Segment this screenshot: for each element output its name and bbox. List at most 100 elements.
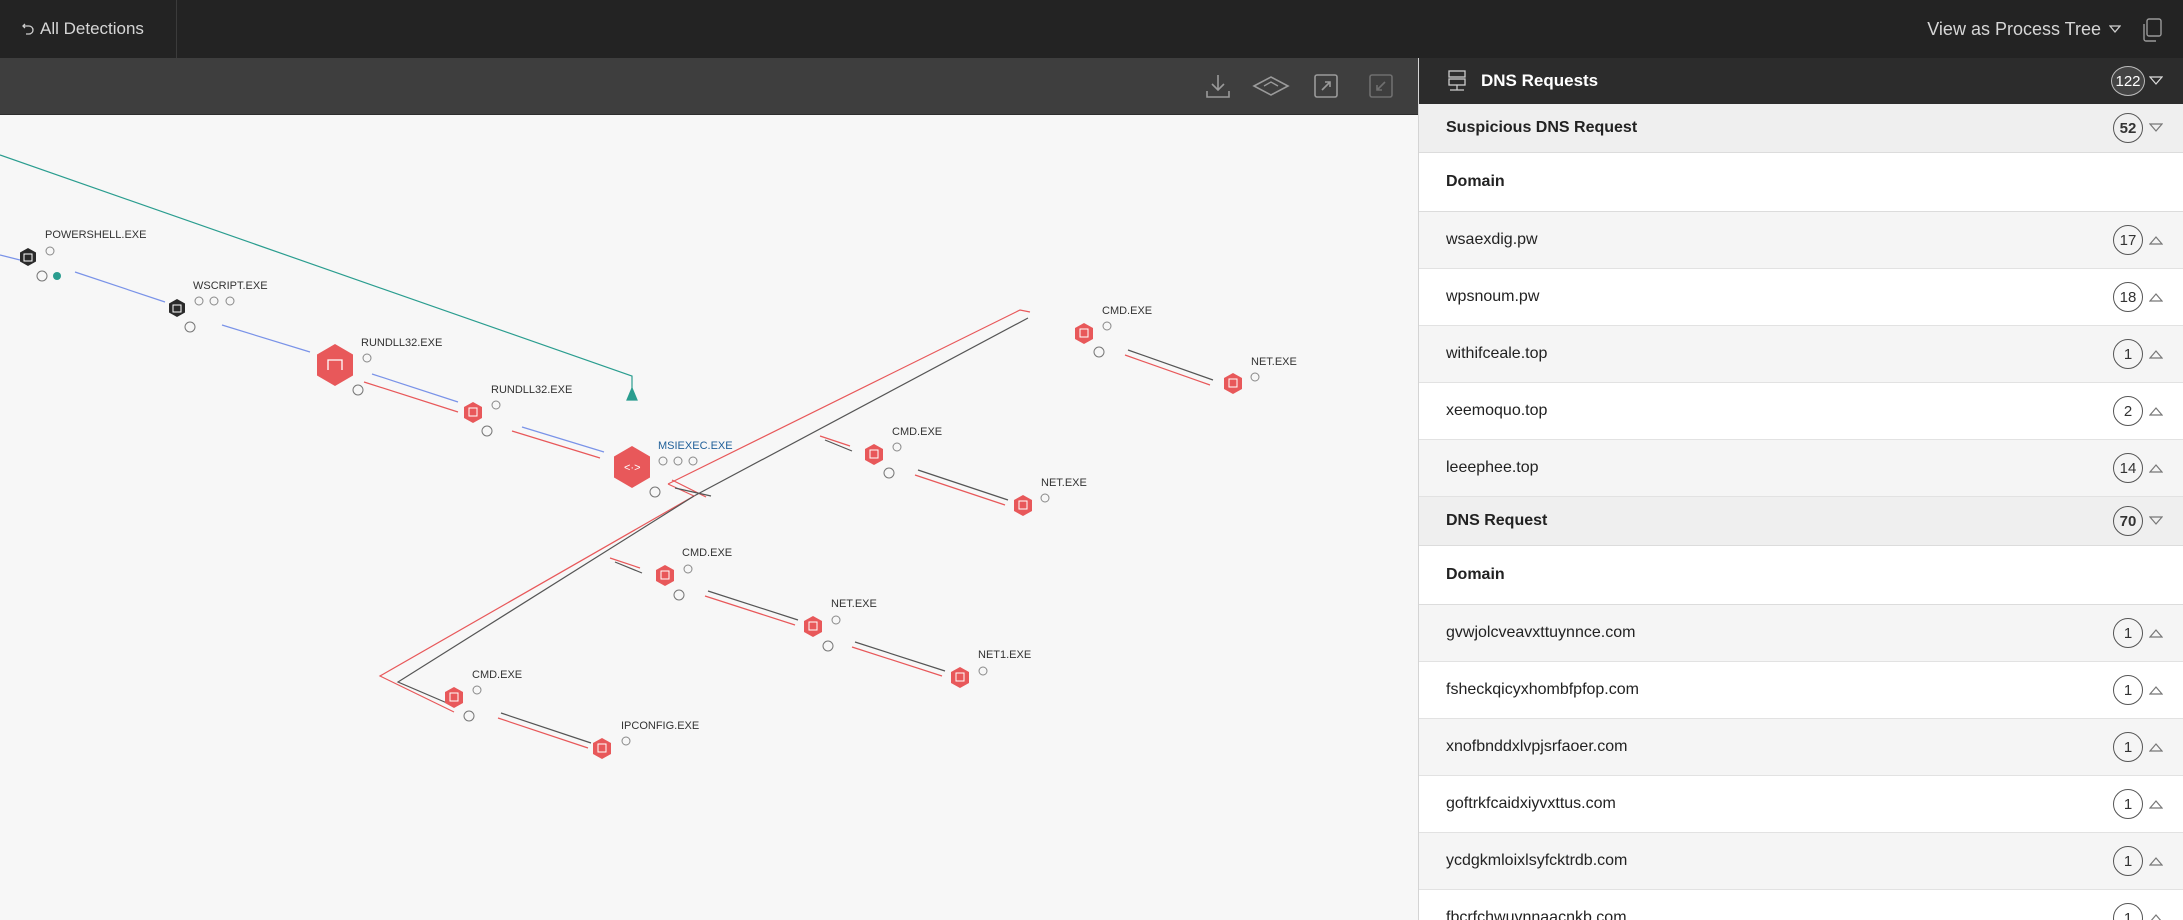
edge-red <box>704 595 796 626</box>
domain-row[interactable]: fbcrfchwuvnnaacnkb.com 1 <box>1419 890 2183 920</box>
node-label: CMD.EXE <box>1102 305 1152 317</box>
chevron-up-icon[interactable] <box>2149 292 2163 302</box>
svg-text:<·>: <·> <box>624 462 641 474</box>
edge-blue <box>521 426 605 453</box>
view-as-label: View as Process Tree <box>1927 18 2101 39</box>
download-icon[interactable] <box>1203 71 1233 101</box>
domain-name: withifceale.top <box>1446 345 1548 362</box>
collapse-icon[interactable] <box>1366 71 1396 101</box>
node-net-lower[interactable]: NET.EXE <box>804 598 877 652</box>
node-cmd-bottom[interactable]: CMD.EXE <box>445 669 522 722</box>
node-label: IPCONFIG.EXE <box>621 720 699 732</box>
domain-row[interactable]: fsheckqicyxhombfpfop.com 1 <box>1419 662 2183 719</box>
domain-count-badge: 1 <box>2113 618 2143 648</box>
domain-row[interactable]: wsaexdig.pw 17 <box>1419 212 2183 269</box>
process-tree-canvas[interactable]: POWERSHELL.EXE WSCRIPT.EXE RUNDLL32.EXE … <box>0 115 1418 920</box>
node-label: CMD.EXE <box>892 426 942 438</box>
edge-dark <box>1127 349 1214 381</box>
node-label: WSCRIPT.EXE <box>193 280 268 292</box>
node-label: NET.EXE <box>1251 356 1297 368</box>
domain-count-badge: 1 <box>2113 675 2143 705</box>
top-bar: All Detections View as Process Tree <box>0 0 2183 58</box>
node-label: POWERSHELL.EXE <box>45 229 146 241</box>
node-label: RUNDLL32.EXE <box>361 337 442 349</box>
edge-red <box>378 483 696 713</box>
node-msiexec-selected[interactable]: <·> MSIEXEC.EXE <box>614 440 733 498</box>
chevron-up-icon[interactable] <box>2149 742 2163 752</box>
chevron-up-icon[interactable] <box>2149 406 2163 416</box>
edge-red <box>1124 354 1211 386</box>
domain-count-badge: 1 <box>2113 339 2143 369</box>
domain-name: ycdgkmloixlsyfcktrdb.com <box>1446 852 1628 869</box>
layers-icon[interactable] <box>1252 71 1290 101</box>
expand-icon[interactable] <box>1311 71 1341 101</box>
domain-count-badge: 1 <box>2113 732 2143 762</box>
edge-red <box>851 646 943 677</box>
group-count-badge: 52 <box>2113 113 2143 143</box>
column-header-domain: Domain <box>1419 546 2183 605</box>
domain-count-badge: 1 <box>2113 789 2143 819</box>
node-label: CMD.EXE <box>472 669 522 681</box>
node-powershell[interactable]: POWERSHELL.EXE <box>20 229 146 282</box>
node-label: CMD.EXE <box>682 547 732 559</box>
chevron-up-icon[interactable] <box>2149 628 2163 638</box>
node-cmd-lower[interactable]: CMD.EXE <box>656 547 732 601</box>
view-as-dropdown[interactable]: View as Process Tree <box>1927 0 2121 58</box>
edge-dark <box>693 317 1029 497</box>
node-cmd-mid[interactable]: CMD.EXE <box>865 426 942 479</box>
domain-name: xnofbnddxlvpjsrfaoer.com <box>1446 738 1628 755</box>
edge-dark <box>396 495 695 707</box>
panel-title: DNS Requests <box>1481 71 1599 90</box>
chevron-up-icon[interactable] <box>2149 799 2163 809</box>
edge-dark <box>707 590 799 621</box>
domain-name: leeephee.top <box>1446 459 1539 476</box>
back-arrow-icon <box>22 23 34 35</box>
node-net1[interactable]: NET1.EXE <box>951 649 1031 688</box>
chevron-up-icon[interactable] <box>2149 685 2163 695</box>
group-suspicious-dns-request[interactable]: Suspicious DNS Request 52 <box>1419 104 2183 153</box>
group-label: DNS Request <box>1446 512 1548 529</box>
back-label: All Detections <box>40 19 144 38</box>
edge-dark <box>917 469 1009 501</box>
edge-blue <box>221 324 311 353</box>
edge-blue <box>0 254 21 261</box>
domain-name: xeemoquo.top <box>1446 402 1548 419</box>
domain-row[interactable]: xnofbnddxlvpjsrfaoer.com 1 <box>1419 719 2183 776</box>
node-label: MSIEXEC.EXE <box>658 440 733 452</box>
chevron-down-icon <box>2109 24 2121 33</box>
node-rundll32-child[interactable]: RUNDLL32.EXE <box>464 384 572 437</box>
dns-server-icon <box>1448 70 1466 91</box>
domain-row[interactable]: xeemoquo.top 2 <box>1419 383 2183 440</box>
edge-red <box>667 309 1031 485</box>
domain-row[interactable]: gvwjolcveavxttuynnce.com 1 <box>1419 605 2183 662</box>
domain-row[interactable]: leeephee.top 14 <box>1419 440 2183 497</box>
group-dns-request[interactable]: DNS Request 70 <box>1419 497 2183 546</box>
edge-teal-arrow <box>626 386 638 401</box>
node-net-mid[interactable]: NET.EXE <box>1014 477 1087 516</box>
chevron-up-icon[interactable] <box>2149 913 2163 920</box>
domain-row[interactable]: goftrkfcaidxiyvxttus.com 1 <box>1419 776 2183 833</box>
chevron-up-icon[interactable] <box>2149 856 2163 866</box>
domain-row[interactable]: wpsnoum.pw 18 <box>1419 269 2183 326</box>
chevron-down-icon[interactable] <box>2149 123 2163 133</box>
chevron-up-icon[interactable] <box>2149 463 2163 473</box>
node-cmd-top[interactable]: CMD.EXE <box>1075 305 1152 358</box>
edge-red <box>511 430 601 459</box>
chevron-up-icon[interactable] <box>2149 349 2163 359</box>
domain-row[interactable]: withifceale.top 1 <box>1419 326 2183 383</box>
domain-count-badge: 1 <box>2113 903 2143 920</box>
domain-row[interactable]: ycdgkmloixlsyfcktrdb.com 1 <box>1419 833 2183 890</box>
chevron-down-icon[interactable] <box>2149 76 2163 86</box>
chevron-up-icon[interactable] <box>2149 235 2163 245</box>
node-ipconfig[interactable]: IPCONFIG.EXE <box>593 720 699 759</box>
back-to-all-detections-link[interactable]: All Detections <box>22 0 144 58</box>
copy-icon[interactable] <box>2141 18 2163 42</box>
chevron-down-icon[interactable] <box>2149 516 2163 526</box>
dns-requests-panel: DNS Requests 122 Suspicious DNS Request … <box>1418 58 2183 920</box>
dns-requests-header[interactable]: DNS Requests 122 <box>1419 58 2183 104</box>
node-rundll32-main[interactable]: RUNDLL32.EXE <box>317 337 442 396</box>
node-net-top[interactable]: NET.EXE <box>1224 356 1297 394</box>
domain-count-badge: 1 <box>2113 846 2143 876</box>
node-wscript[interactable]: WSCRIPT.EXE <box>169 280 268 333</box>
domain-name: wsaexdig.pw <box>1446 231 1538 248</box>
